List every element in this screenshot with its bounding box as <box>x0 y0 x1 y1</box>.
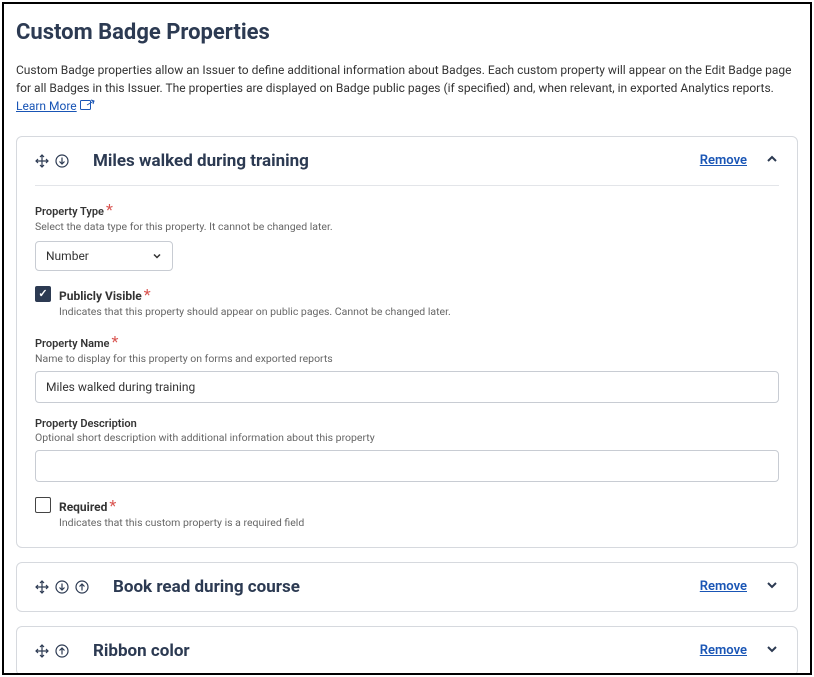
chevron-down-icon[interactable] <box>765 641 779 660</box>
external-link-icon <box>80 98 95 116</box>
page-title: Custom Badge Properties <box>16 20 798 45</box>
required-star: * <box>144 285 151 304</box>
divider <box>35 185 779 186</box>
learn-more-link[interactable]: Learn More <box>16 99 77 113</box>
chevron-down-icon <box>152 251 162 261</box>
property-description-input[interactable] <box>35 450 779 482</box>
publicly-visible-checkbox[interactable] <box>35 286 51 302</box>
checkbox-label: Publicly Visible <box>59 289 142 303</box>
required-star: * <box>109 496 116 515</box>
property-card: Miles walked during training Remove Prop… <box>16 136 798 548</box>
move-down-icon[interactable] <box>55 580 69 594</box>
property-card-header: Book read during course Remove <box>17 563 797 611</box>
field-publicly-visible: Publicly Visible* Indicates that this pr… <box>35 285 779 318</box>
property-card-header: Miles walked during training Remove <box>17 137 797 185</box>
field-required: Required* Indicates that this custom pro… <box>35 496 779 529</box>
property-card-body: Property Type* Select the data type for … <box>17 200 797 547</box>
property-card-header: Ribbon color Remove <box>17 627 797 675</box>
field-property-description: Property Description Optional short desc… <box>35 417 779 482</box>
field-label: Property Name <box>35 337 109 350</box>
required-star: * <box>111 332 118 351</box>
required-checkbox[interactable] <box>35 497 51 513</box>
description-text: Custom Badge properties allow an Issuer … <box>16 63 791 95</box>
required-star: * <box>106 200 113 219</box>
field-property-type: Property Type* Select the data type for … <box>35 200 779 271</box>
property-type-select[interactable]: Number <box>35 241 173 271</box>
chevron-down-icon[interactable] <box>765 577 779 596</box>
property-card: Ribbon color Remove <box>16 626 798 675</box>
property-title: Ribbon color <box>93 641 700 661</box>
page-description: Custom Badge properties allow an Issuer … <box>16 61 798 116</box>
checkbox-label: Required <box>59 500 107 514</box>
move-up-icon[interactable] <box>55 644 69 658</box>
property-title: Miles walked during training <box>93 151 700 171</box>
field-label: Property Type <box>35 205 104 218</box>
checkbox-hint: Indicates that this custom property is a… <box>59 516 304 529</box>
field-hint: Select the data type for this property. … <box>35 220 779 233</box>
chevron-up-icon[interactable] <box>765 151 779 170</box>
checkbox-hint: Indicates that this property should appe… <box>59 305 451 318</box>
remove-link[interactable]: Remove <box>700 153 747 168</box>
drag-handle-icon[interactable] <box>35 644 49 658</box>
property-title: Book read during course <box>113 577 700 597</box>
drag-handle-icon[interactable] <box>35 580 49 594</box>
property-name-input[interactable] <box>35 371 779 403</box>
select-value: Number <box>46 249 89 263</box>
move-up-icon[interactable] <box>75 580 89 594</box>
field-property-name: Property Name* Name to display for this … <box>35 332 779 403</box>
field-hint: Optional short description with addition… <box>35 431 779 444</box>
field-label: Property Description <box>35 417 779 430</box>
field-hint: Name to display for this property on for… <box>35 352 779 365</box>
drag-handle-icon[interactable] <box>35 154 49 168</box>
move-down-icon[interactable] <box>55 154 69 168</box>
remove-link[interactable]: Remove <box>700 579 747 594</box>
property-card: Book read during course Remove <box>16 562 798 612</box>
remove-link[interactable]: Remove <box>700 643 747 658</box>
